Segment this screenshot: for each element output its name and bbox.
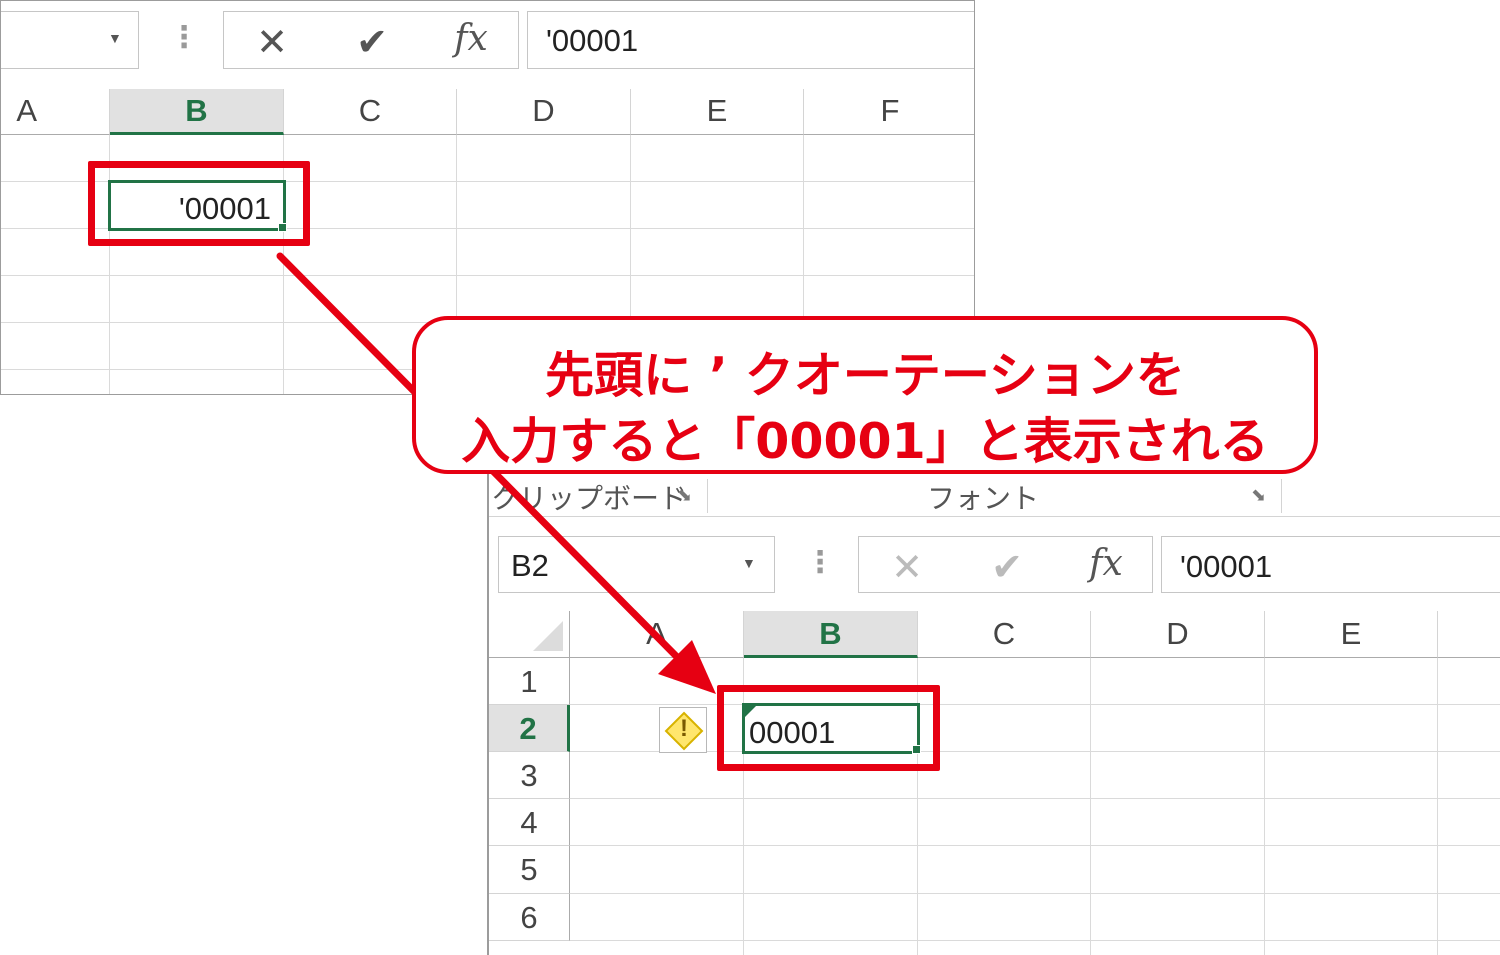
callout-box: 先頭に ’ クオーテーションを 入力すると「00001」と表示される <box>412 316 1318 474</box>
callout-line-2: 入力すると「00001」と表示される <box>461 413 1269 470</box>
callout-line-1: 先頭に ’ クオーテーションを <box>545 347 1185 404</box>
